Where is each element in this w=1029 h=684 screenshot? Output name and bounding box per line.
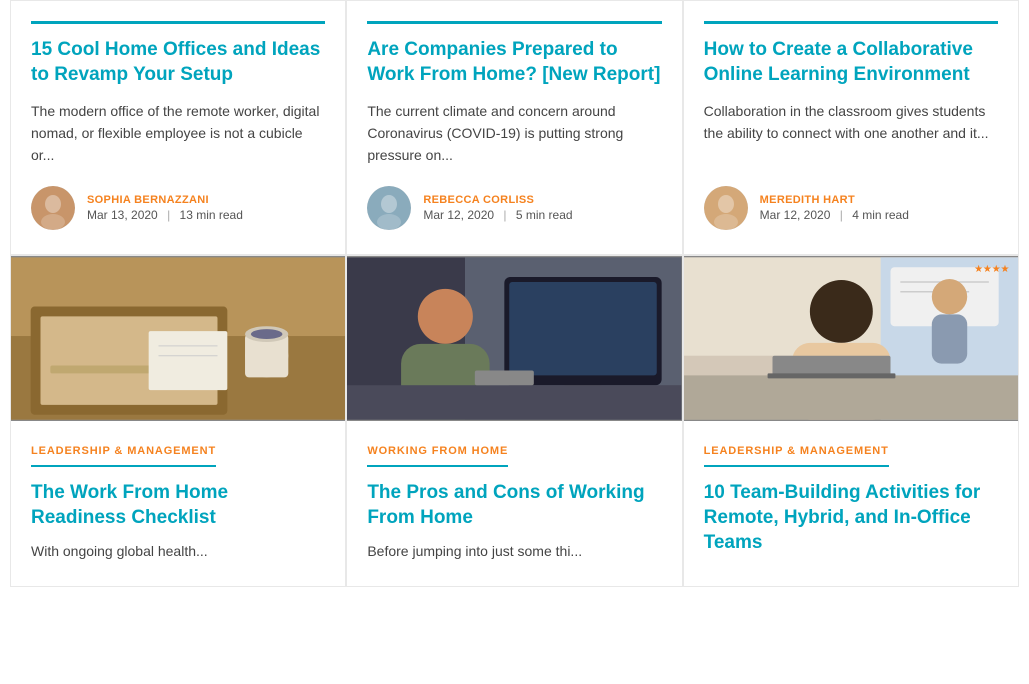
card-body: LEADERSHIP & MANAGEMENT 10 Team-Building… [684, 421, 1018, 585]
top-card-0: 15 Cool Home Offices and Ideas to Revamp… [10, 0, 346, 255]
card-title[interactable]: How to Create a Collaborative Online Lea… [704, 38, 998, 87]
svg-text:★★★★: ★★★★ [974, 265, 1009, 276]
read-time: 4 min read [852, 208, 909, 222]
avatar [367, 186, 411, 230]
card-top-border [31, 21, 325, 24]
card-body: LEADERSHIP & MANAGEMENT The Work From Ho… [11, 421, 345, 582]
bottom-card-0: LEADERSHIP & MANAGEMENT The Work From Ho… [10, 255, 346, 586]
author-row: REBECCA CORLISS Mar 12, 2020 | 5 min rea… [367, 186, 661, 230]
author-info: REBECCA CORLISS Mar 12, 2020 | 5 min rea… [423, 194, 572, 222]
author-name[interactable]: REBECCA CORLISS [423, 194, 572, 206]
category-label[interactable]: LEADERSHIP & MANAGEMENT [704, 445, 889, 467]
author-row: MEREDITH HART Mar 12, 2020 | 4 min read [704, 186, 998, 230]
author-meta: Mar 12, 2020 | 4 min read [760, 208, 909, 222]
meta-separator: | [840, 208, 843, 222]
avatar [704, 186, 748, 230]
category-label[interactable]: LEADERSHIP & MANAGEMENT [31, 445, 216, 467]
card-title[interactable]: 15 Cool Home Offices and Ideas to Revamp… [31, 38, 325, 87]
card-title[interactable]: Are Companies Prepared to Work From Home… [367, 38, 661, 87]
top-card-2: How to Create a Collaborative Online Lea… [683, 0, 1019, 255]
card-title[interactable]: The Work From Home Readiness Checklist [31, 481, 325, 530]
card-image-wrapper [11, 256, 345, 421]
avatar [31, 186, 75, 230]
author-meta: Mar 13, 2020 | 13 min read [87, 208, 243, 222]
author-name[interactable]: MEREDITH HART [760, 194, 909, 206]
author-row: SOPHIA BERNAZZANI Mar 13, 2020 | 13 min … [31, 186, 325, 230]
post-date: Mar 13, 2020 [87, 208, 158, 222]
card-excerpt: Collaboration in the classroom gives stu… [704, 101, 998, 166]
author-meta: Mar 12, 2020 | 5 min read [423, 208, 572, 222]
card-image-wrapper [347, 256, 681, 421]
card-top-border [704, 21, 998, 24]
card-excerpt: With ongoing global health... [31, 541, 325, 563]
top-card-1: Are Companies Prepared to Work From Home… [346, 0, 682, 255]
meta-separator: | [167, 208, 170, 222]
read-time: 5 min read [516, 208, 573, 222]
card-image-wrapper: ★★★★ [684, 256, 1018, 421]
card-title[interactable]: The Pros and Cons of Working From Home [367, 481, 661, 530]
category-label[interactable]: WORKING FROM HOME [367, 445, 508, 467]
card-body: WORKING FROM HOME The Pros and Cons of W… [347, 421, 681, 582]
bottom-card-2: ★★★★ LEADERSHIP & MANAGEMENT 10 Team-Bui… [683, 255, 1019, 586]
author-info: SOPHIA BERNAZZANI Mar 13, 2020 | 13 min … [87, 194, 243, 222]
card-excerpt: Before jumping into just some thi... [367, 541, 661, 563]
bottom-card-1: WORKING FROM HOME The Pros and Cons of W… [346, 255, 682, 586]
author-info: MEREDITH HART Mar 12, 2020 | 4 min read [760, 194, 909, 222]
meta-separator: | [503, 208, 506, 222]
read-time: 13 min read [180, 208, 243, 222]
card-excerpt: The modern office of the remote worker, … [31, 101, 325, 166]
post-date: Mar 12, 2020 [760, 208, 831, 222]
card-title[interactable]: 10 Team-Building Activities for Remote, … [704, 481, 998, 555]
card-top-border [367, 21, 661, 24]
author-name[interactable]: SOPHIA BERNAZZANI [87, 194, 243, 206]
card-excerpt: The current climate and concern around C… [367, 101, 661, 166]
post-date: Mar 12, 2020 [423, 208, 494, 222]
